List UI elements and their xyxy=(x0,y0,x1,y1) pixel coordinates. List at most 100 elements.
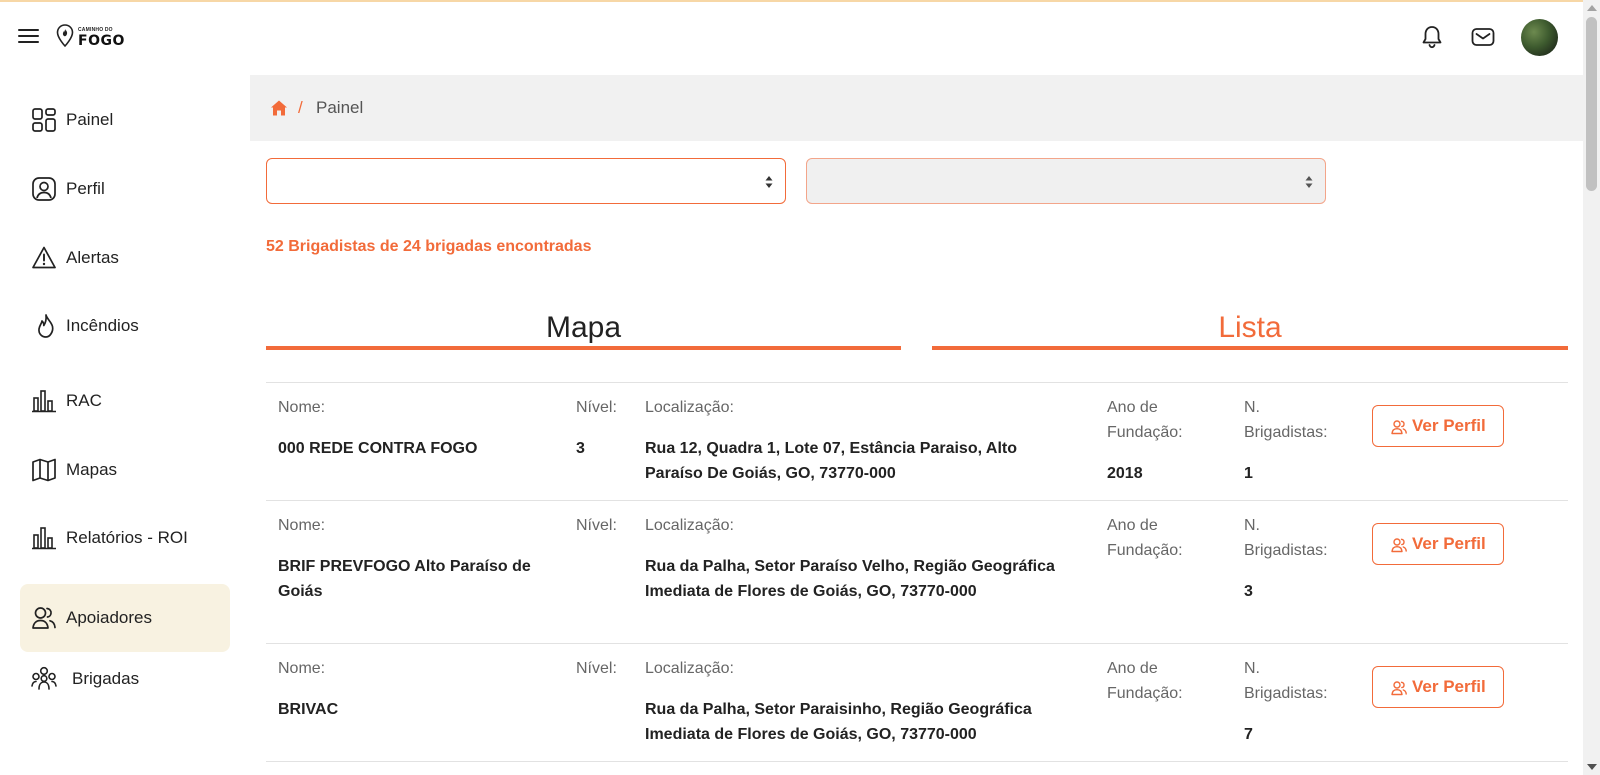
tab-underline xyxy=(932,346,1568,350)
chart-icon xyxy=(32,527,56,550)
scroll-up-arrow-icon[interactable] xyxy=(1587,5,1597,11)
results-count: 52 Brigadistas de 24 brigadas encontrada… xyxy=(266,238,592,255)
scrollbar-thumb[interactable] xyxy=(1586,17,1597,191)
user-icon xyxy=(32,177,56,201)
ano-label-line2: Fundação: xyxy=(1107,424,1183,441)
sidebar-item-perfil[interactable]: Perfil xyxy=(20,155,230,223)
logo-title: FOGO xyxy=(78,33,125,49)
tab-mapa[interactable]: Mapa xyxy=(266,305,901,350)
sort-arrows-icon xyxy=(1305,176,1313,188)
brigadistas-label-line1: N. xyxy=(1244,399,1260,416)
row-divider xyxy=(266,382,1568,383)
nivel-label: Nível: xyxy=(576,660,617,677)
ano-label-line1: Ano de xyxy=(1107,660,1158,677)
ver-perfil-label: Ver Perfil xyxy=(1412,534,1486,553)
people-icon xyxy=(32,607,56,629)
row-brigadistas: 1 xyxy=(1244,465,1253,482)
group-icon xyxy=(31,666,57,690)
nivel-label: Nível: xyxy=(576,399,617,416)
filter-select-2[interactable] xyxy=(806,158,1326,204)
ver-perfil-button[interactable]: Ver Perfil xyxy=(1372,666,1504,708)
top-accent-line xyxy=(0,0,1600,2)
localizacao-label: Localização: xyxy=(645,399,734,416)
sidebar-item-rac[interactable]: RAC xyxy=(20,367,230,435)
breadcrumb: / Painel xyxy=(250,75,1585,141)
vertical-scrollbar[interactable] xyxy=(1583,0,1600,775)
row-ano: 2018 xyxy=(1107,465,1143,482)
ano-label-line2: Fundação: xyxy=(1107,685,1183,702)
sidebar-item-painel[interactable]: Painel xyxy=(20,86,230,154)
bell-icon[interactable] xyxy=(1419,24,1445,50)
row-divider xyxy=(266,761,1568,762)
table-row: Nome: Nível: Localização: Ano de Fundaçã… xyxy=(266,656,1568,761)
brigadistas-label-line2: Brigadistas: xyxy=(1244,424,1328,441)
sidebar-item-label: RAC xyxy=(66,391,102,410)
brigadistas-label-line2: Brigadistas: xyxy=(1244,542,1328,559)
row-divider xyxy=(266,643,1568,644)
sidebar-item-apoiadores[interactable]: Apoiadores xyxy=(20,584,230,652)
alert-icon xyxy=(32,246,56,269)
row-brigadistas: 3 xyxy=(1244,583,1253,600)
sidebar-item-label: Mapas xyxy=(66,460,118,479)
table-row: Nome: Nível: Localização: Ano de Fundaçã… xyxy=(266,513,1568,643)
sidebar-item-relatorios[interactable]: Relatórios - ROI xyxy=(20,504,230,572)
brigadistas-label-line1: N. xyxy=(1244,660,1260,677)
brigadistas-label-line2: Brigadistas: xyxy=(1244,685,1328,702)
people-icon xyxy=(1391,420,1407,435)
sidebar-item-label: Brigadas xyxy=(72,669,140,688)
sidebar-item-alertas[interactable]: Alertas xyxy=(20,224,230,292)
map-icon xyxy=(32,458,56,482)
row-nome: BRIF PREVFOGO Alto Paraíso de Goiás xyxy=(278,558,531,600)
home-icon[interactable] xyxy=(270,99,288,117)
nome-label: Nome: xyxy=(278,399,326,416)
row-nome: BRIVAC xyxy=(278,701,339,718)
user-avatar[interactable] xyxy=(1521,19,1558,56)
row-nivel: 3 xyxy=(576,440,585,457)
row-divider xyxy=(266,500,1568,501)
ano-label-line1: Ano de xyxy=(1107,517,1158,534)
fire-icon xyxy=(38,314,54,338)
sidebar-item-incendios[interactable]: Incêndios xyxy=(20,292,230,360)
table-row: Nome: Nível: Localização: Ano de Fundaçã… xyxy=(266,395,1568,500)
tab-underline xyxy=(266,346,901,350)
row-nome: 000 REDE CONTRA FOGO xyxy=(278,440,478,457)
ver-perfil-label: Ver Perfil xyxy=(1412,416,1486,435)
row-localizacao: Rua 12, Quadra 1, Lote 07, Estância Para… xyxy=(645,440,1017,482)
sidebar-item-mapas[interactable]: Mapas xyxy=(20,436,230,504)
sidebar-item-label: Alertas xyxy=(66,248,119,267)
brigadistas-label-line1: N. xyxy=(1244,517,1260,534)
sidebar-item-brigadas[interactable]: Brigadas xyxy=(20,645,230,713)
row-brigadistas: 7 xyxy=(1244,726,1253,743)
people-icon xyxy=(1391,538,1407,553)
sidebar-item-label: Painel xyxy=(66,110,114,129)
nivel-label: Nível: xyxy=(576,517,617,534)
menu-icon[interactable] xyxy=(18,28,40,44)
people-icon xyxy=(1391,681,1407,696)
sidebar-item-label: Incêndios xyxy=(66,316,139,335)
localizacao-label: Localização: xyxy=(645,517,734,534)
chart-icon xyxy=(32,390,56,413)
app-logo[interactable]: CAMINHO DO FOGO xyxy=(56,22,124,52)
location-pin-icon xyxy=(56,24,74,48)
ver-perfil-button[interactable]: Ver Perfil xyxy=(1372,405,1504,447)
ano-label-line1: Ano de xyxy=(1107,399,1158,416)
ver-perfil-label: Ver Perfil xyxy=(1412,677,1486,696)
tab-mapa-label: Mapa xyxy=(545,311,622,344)
nome-label: Nome: xyxy=(278,517,326,534)
mail-icon[interactable] xyxy=(1470,24,1496,50)
nome-label: Nome: xyxy=(278,660,326,677)
ano-label-line2: Fundação: xyxy=(1107,542,1183,559)
row-localizacao: Rua da Palha, Setor Paraisinho, Região G… xyxy=(645,701,1032,743)
row-localizacao: Rua da Palha, Setor Paraíso Velho, Regiã… xyxy=(645,558,1055,600)
scroll-down-arrow-icon[interactable] xyxy=(1587,764,1597,770)
sidebar-item-label: Relatórios - ROI xyxy=(66,528,188,547)
sidebar-item-label: Apoiadores xyxy=(66,608,153,627)
breadcrumb-separator: / xyxy=(298,98,303,117)
filter-select-1[interactable] xyxy=(266,158,786,204)
sort-arrows-icon xyxy=(765,176,773,188)
ver-perfil-button[interactable]: Ver Perfil xyxy=(1372,523,1504,565)
tab-lista[interactable]: Lista xyxy=(932,305,1568,350)
sidebar-item-label: Perfil xyxy=(66,179,105,198)
tab-lista-label: Lista xyxy=(1218,311,1282,344)
dashboard-icon xyxy=(32,108,56,132)
